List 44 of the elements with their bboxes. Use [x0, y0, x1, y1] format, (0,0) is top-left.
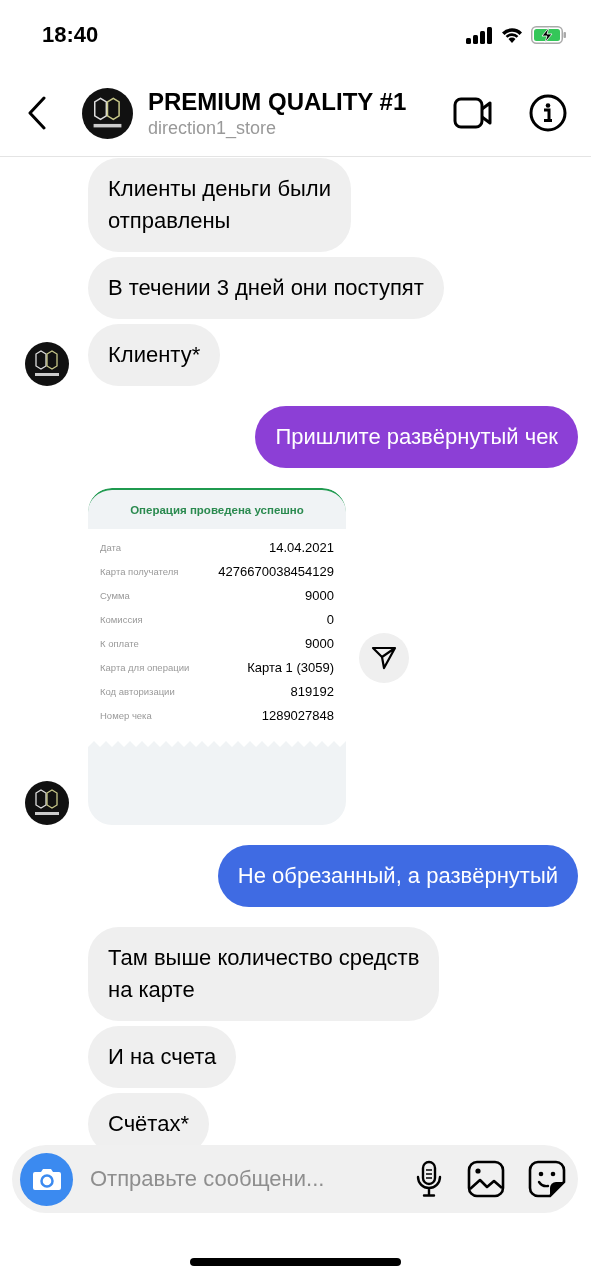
receipt-label: Номер чека [100, 709, 152, 721]
chat-title: PREMIUM QUALITY #1 [148, 87, 408, 116]
message-bubble: Клиенту* [88, 324, 221, 386]
info-icon[interactable] [529, 94, 567, 132]
send-icon [371, 645, 397, 671]
video-call-icon[interactable] [453, 97, 493, 129]
receipt-label: Дата [100, 541, 122, 553]
avatar-icon[interactable] [82, 87, 133, 139]
back-icon[interactable] [27, 96, 47, 130]
message-bubble: Там выше количество средств на карте [88, 927, 440, 1021]
wifi-icon [500, 26, 524, 44]
status-time: 18:40 [42, 22, 99, 48]
battery-icon [531, 26, 567, 44]
receipt-label: Комиссия [100, 613, 143, 625]
signal-icon [466, 26, 493, 44]
message-bubble: И на счета [88, 1026, 237, 1088]
camera-icon [31, 1167, 62, 1191]
username: direction1_store [148, 117, 278, 139]
receipt-card[interactable]: Операция проведена успешно Дата 14.04.2021 Карта получателя 4276670038454129 Сумма 9000 Комиссия 0 К оплате 9000 Карта для операции Карта 1 (3059) Код авторизации 819192 Номер чека 1289027848 [88, 488, 346, 825]
sticker-icon[interactable] [528, 1160, 566, 1198]
message-bubble: Не обрезанный, а развёрнутый [217, 845, 578, 907]
receipt-label: Сумма [100, 589, 130, 601]
message-bubble: В течении 3 дней они поступят [88, 257, 444, 319]
receipt-label: Код авторизации [100, 685, 175, 697]
receipt-value: Карта 1 (3059) [247, 659, 334, 675]
receipt-value: 0 [326, 611, 334, 627]
avatar-icon[interactable] [25, 781, 69, 825]
receipt-value: 9000 [305, 587, 334, 603]
receipt-label: Карта получателя [100, 565, 179, 577]
camera-button[interactable] [20, 1152, 73, 1206]
receipt-value: 14.04.2021 [268, 539, 334, 555]
share-button[interactable] [359, 633, 409, 683]
receipt-value: 4276670038454129 [218, 563, 334, 579]
receipt-label: Карта для операции [100, 661, 190, 673]
receipt-value: 819192 [290, 683, 334, 699]
message-bubble: Клиенты деньги были отправлены [88, 158, 351, 252]
message-input[interactable]: Отправьте сообщени... [88, 1165, 391, 1193]
receipt-value: 1289027848 [261, 707, 334, 723]
message-bubble: Пришлите развёрнутый чек [255, 406, 578, 468]
avatar-icon[interactable] [25, 342, 69, 386]
receipt-value: 9000 [305, 635, 334, 651]
receipt-label: К оплате [100, 637, 139, 649]
microphone-icon[interactable] [414, 1160, 444, 1198]
gallery-icon[interactable] [467, 1160, 505, 1198]
